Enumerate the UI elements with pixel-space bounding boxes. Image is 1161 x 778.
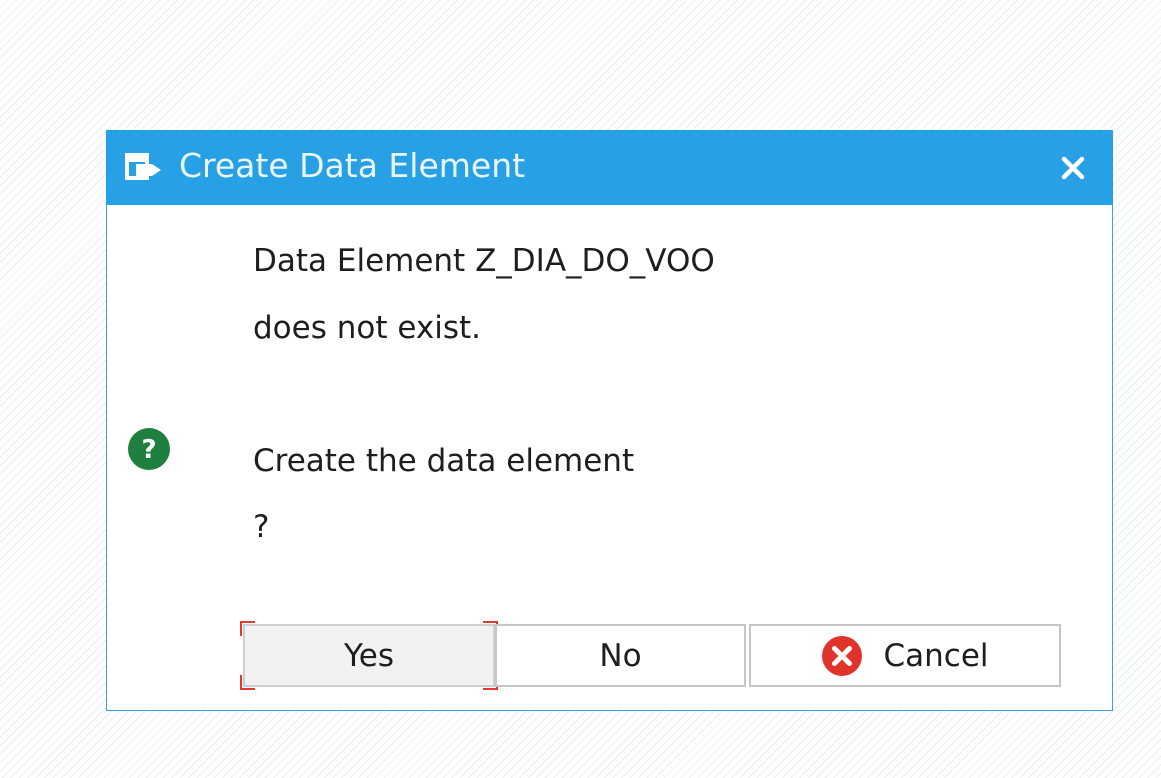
cancel-button-label: Cancel: [883, 637, 989, 674]
question-line-2: ?: [253, 509, 270, 545]
dialog-title-bar[interactable]: Create Data Element: [106, 130, 1113, 205]
dialog-window-icon: [125, 153, 161, 180]
question-icon: ?: [128, 428, 170, 470]
question-line-1: Create the data element: [253, 443, 635, 479]
focus-marker: [240, 675, 255, 690]
no-button-label: No: [599, 637, 642, 674]
message-line-2: does not exist.: [253, 310, 481, 346]
close-icon[interactable]: [1051, 146, 1095, 190]
message-line-1: Data Element Z_DIA_DO_VOO: [253, 243, 715, 279]
cancel-icon: [822, 635, 863, 676]
cancel-button[interactable]: Cancel: [749, 624, 1061, 687]
dialog-title: Create Data Element: [179, 146, 526, 185]
focus-marker: [240, 621, 255, 636]
svg-text:?: ?: [141, 435, 156, 465]
create-data-element-dialog: Create Data Element Data Element Z_DIA_D…: [106, 130, 1113, 711]
no-button[interactable]: No: [495, 624, 746, 687]
yes-button-label: Yes: [343, 637, 395, 674]
yes-button[interactable]: Yes: [240, 621, 498, 690]
